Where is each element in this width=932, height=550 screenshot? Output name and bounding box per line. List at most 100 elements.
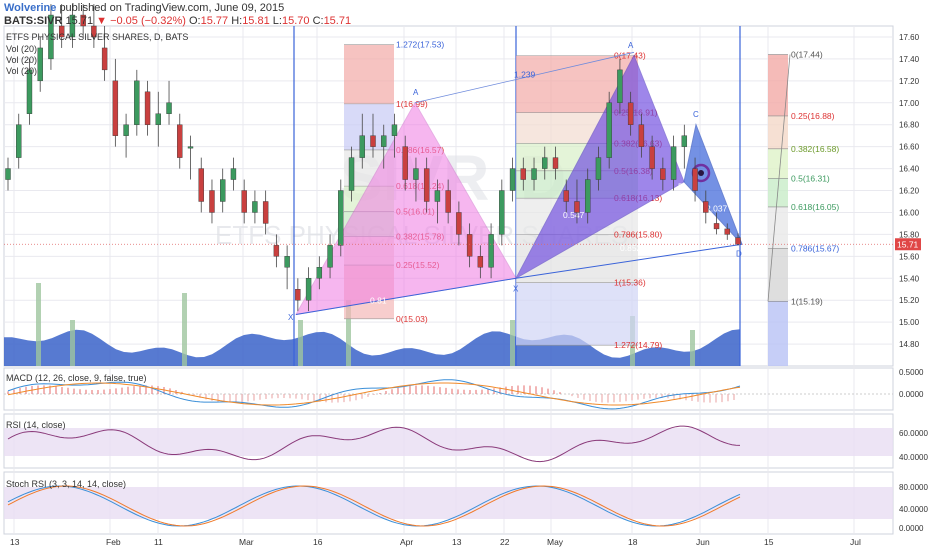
high-label: H: [231, 15, 243, 27]
candle-body [563, 190, 569, 202]
candle-body [649, 146, 655, 169]
fib-right-band [768, 148, 788, 179]
candle-body [735, 237, 741, 245]
y-tick-label: 17.60 [899, 33, 920, 42]
close-value: 15.71 [323, 15, 352, 27]
x-tick-label: Feb [106, 537, 121, 547]
candle-body [423, 168, 430, 202]
x-tick-label: Jul [850, 537, 861, 547]
candle-body [101, 47, 108, 71]
stoch-y-tick: 80.0000 [899, 483, 928, 492]
candle-body [252, 201, 258, 213]
y-tick-label: 16.40 [899, 165, 920, 174]
volume-legend-1[interactable]: Vol (20) [6, 44, 37, 54]
rsi-title[interactable]: RSI (14, close) [6, 420, 66, 430]
symbol-label: BATS:SIVR [4, 15, 63, 27]
candle-body [305, 278, 312, 301]
fib-right-label: 0.5(16.31) [791, 173, 830, 183]
candle-body [509, 168, 516, 191]
candle-body [477, 256, 484, 268]
candle-body [681, 135, 688, 147]
volume-bar [36, 283, 41, 366]
y-tick-label: 16.80 [899, 121, 920, 130]
macd-y-tick: 0.5000 [899, 368, 924, 377]
candle-body [284, 256, 290, 268]
candle-body [552, 157, 559, 169]
published-text: published on TradingView.com, June 09, 2… [59, 2, 285, 14]
x-tick-label: 11 [154, 537, 163, 547]
bat2-point-d: D [736, 249, 742, 258]
quote-line: BATS:SIVR 15.71 ▼ −0.05 (−0.32%) O:15.77… [4, 15, 351, 27]
bat2-ratio-xd: 0.852 [620, 243, 642, 253]
candle-body [724, 228, 730, 235]
y-tick-label: 17.00 [899, 99, 920, 108]
low-value: 15.70 [281, 15, 310, 27]
candle-body [638, 124, 645, 147]
fib-mid-label: 1(15.36) [614, 278, 646, 288]
bat2-point-a: A [628, 41, 634, 50]
y-tick-label: 17.20 [899, 77, 920, 86]
stoch-band [4, 487, 893, 519]
stoch-y-tick: 0.0000 [899, 524, 924, 533]
candle-body [445, 190, 451, 213]
x-tick-label: May [547, 537, 564, 547]
candle-body [198, 168, 204, 202]
candle-body [574, 201, 580, 213]
candle-body [134, 80, 140, 125]
y-tick-label: 16.20 [899, 187, 920, 196]
fib-right-band [768, 115, 788, 149]
bat1-point-x: X [288, 313, 294, 322]
candle-body [155, 113, 161, 125]
volume-bar [182, 293, 187, 366]
candle-body [413, 168, 419, 180]
x-tick-label: 16 [313, 537, 323, 547]
fib-right-band [768, 248, 788, 302]
bat1-ratio-ac: 1.239 [514, 70, 536, 80]
y-tick-label: 15.40 [899, 274, 920, 283]
fib-right-label: 0.618(16.05) [791, 202, 839, 212]
candle-body [542, 157, 548, 169]
candle-body [166, 102, 172, 114]
y-tick-label: 16.60 [899, 143, 920, 152]
candle-body [316, 267, 323, 279]
volume-bar [70, 320, 75, 366]
candle-body [585, 179, 591, 213]
candle-body [627, 102, 634, 125]
fib-right-band [768, 301, 788, 366]
fib-right-label: 0.25(16.88) [791, 111, 835, 121]
last-price-tag-text: 15.71 [897, 239, 919, 249]
x-tick-label: Mar [239, 537, 254, 547]
candle-body [209, 190, 215, 213]
bat2-point-b: B [678, 182, 683, 191]
y-tick-label: 15.60 [899, 252, 920, 261]
candle-body [112, 80, 119, 136]
chart-canvas[interactable]: 17.60 17.40 17.20 17.00 16.80 16.60 16.40 16.20… [0, 0, 932, 550]
candle-body [273, 245, 280, 257]
candle-body [241, 190, 247, 213]
candle-body [606, 102, 612, 158]
series-title[interactable]: ETFS PHYSICAL SILVER SHARES, D, BATS [6, 32, 188, 42]
candle-body [520, 168, 526, 180]
volume-legend-3[interactable]: Vol (20) [6, 66, 37, 76]
candle-body [338, 190, 344, 246]
candle-body [391, 124, 398, 136]
fib-mid-label: 1.272(14.79) [614, 340, 662, 350]
volume-legend-2[interactable]: Vol (20) [6, 55, 37, 65]
candle-body [327, 245, 333, 268]
author-link[interactable]: Wolverine [4, 2, 56, 14]
candle-body [37, 47, 43, 82]
candle-body [434, 190, 441, 202]
rsi-y-tick: 40.0000 [899, 453, 928, 462]
x-tick-label: 13 [10, 537, 20, 547]
x-tick-label: 15 [764, 537, 774, 547]
candle-body [370, 135, 376, 147]
macd-title[interactable]: MACD (12, 26, close, 9, false, true) [6, 373, 147, 383]
bat2-ratio-cd: 2.037 [706, 203, 728, 213]
target-dot [698, 169, 704, 176]
fib-right-label: 0(17.44) [791, 50, 823, 60]
macd-y-tick: 0.0000 [899, 390, 924, 399]
bat1-ratio-xb: 0.81 [370, 295, 387, 305]
last-price: 15.71 [65, 15, 94, 27]
stoch-rsi-title[interactable]: Stoch RSI (3, 3, 14, 14, close) [6, 479, 126, 489]
candle-body [359, 135, 365, 158]
